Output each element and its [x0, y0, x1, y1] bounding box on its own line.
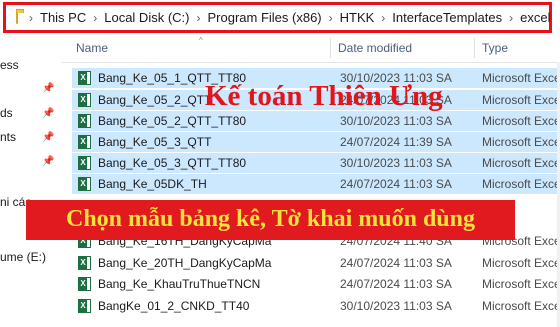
file-date: 30/10/2023 11:03 SA	[340, 156, 452, 170]
file-name: BangKe_01_2_CNKD_TT40	[98, 299, 250, 313]
crumb-htkk[interactable]: HTKK	[340, 10, 375, 25]
file-row[interactable]: Bang_Ke_20TH_DangKyCapMa 24/07/2024 11:0…	[72, 253, 560, 273]
watermark-caption: Kế toán Thiên Ưng	[205, 80, 443, 112]
file-date: 24/07/2024 11:39 SA	[340, 135, 452, 149]
excel-file-icon	[78, 299, 91, 313]
file-name: Bang_Ke_05_2_QTT	[98, 93, 212, 107]
column-header-date-modified[interactable]: Date modified	[338, 41, 412, 55]
file-date: 24/07/2024 11:03 SA	[340, 256, 452, 270]
file-date: 24/07/2024 11:03 SA	[340, 277, 452, 291]
file-name: Bang_Ke_05_3_QTT	[98, 135, 212, 149]
chevron-right-icon: ›	[509, 10, 514, 25]
file-type: Microsoft Exce	[482, 93, 560, 107]
nav-item-quick-access[interactable]: ess	[0, 58, 19, 72]
crumb-interface-templates[interactable]: InterfaceTemplates	[392, 10, 502, 25]
file-type: Microsoft Exce	[482, 135, 560, 149]
instruction-banner: Chọn mẫu bảng kê, Tờ khai muốn dùng	[26, 200, 515, 240]
column-divider[interactable]	[330, 38, 331, 58]
pin-icon: 📌	[42, 83, 55, 94]
chevron-right-icon: ›	[29, 10, 33, 25]
file-type: Microsoft Exce	[482, 156, 560, 170]
crumb-local-disk[interactable]: Local Disk (C:)	[104, 10, 189, 25]
breadcrumb: › This PC › Local Disk (C:) › Program Fi…	[22, 10, 551, 25]
file-name: Bang_Ke_05_3_QTT_TT80	[98, 156, 247, 170]
file-date: 30/10/2023 11:03 SA	[340, 299, 452, 313]
excel-file-icon	[78, 71, 91, 85]
address-bar[interactable]: › This PC › Local Disk (C:) › Program Fi…	[3, 2, 552, 33]
file-row[interactable]: Bang_Ke_KhauTruThueTNCN 24/07/2024 11:03…	[72, 274, 560, 294]
file-name: Bang_Ke_20TH_DangKyCapMa	[98, 256, 272, 270]
pin-icon: 📌	[42, 156, 55, 167]
file-row[interactable]: Bang_Ke_05_3_QTT 24/07/2024 11:39 SA Mic…	[72, 132, 560, 152]
excel-file-icon	[78, 156, 91, 170]
file-name: Bang_Ke_05DK_TH	[98, 177, 207, 191]
file-type: Microsoft Exce	[482, 114, 560, 128]
chevron-right-icon: ›	[381, 10, 386, 25]
column-header-type[interactable]: Type	[482, 41, 508, 55]
file-type: Microsoft Exce	[482, 277, 560, 291]
excel-file-icon	[78, 256, 91, 270]
chevron-right-icon: ›	[328, 10, 333, 25]
file-type: Microsoft Exce	[482, 256, 560, 270]
crumb-this-pc[interactable]: This PC	[40, 10, 86, 25]
file-row[interactable]: BangKe_01_2_CNKD_TT40 30/10/2023 11:03 S…	[72, 296, 560, 316]
file-type: Microsoft Exce	[482, 71, 560, 85]
pin-icon: 📌	[42, 132, 55, 143]
excel-file-icon	[78, 93, 91, 107]
nav-item-documents[interactable]: nts	[0, 130, 16, 144]
navigation-pane: ess ds 📌 📌 nts 📌 📌 ni các ume (E:)	[0, 40, 62, 327]
folder-icon	[16, 8, 24, 24]
file-date: 24/07/2024 11:03 SA	[340, 177, 452, 191]
nav-item-volume-e[interactable]: ume (E:)	[0, 250, 46, 264]
chevron-right-icon: ›	[93, 10, 98, 25]
excel-file-icon	[78, 114, 91, 128]
excel-file-icon	[78, 177, 91, 191]
crumb-program-files[interactable]: Program Files (x86)	[207, 10, 321, 25]
file-name: Bang_Ke_KhauTruThueTNCN	[98, 277, 261, 291]
file-type: Microsoft Exce	[482, 177, 560, 191]
instruction-banner-text: Chọn mẫu bảng kê, Tờ khai muốn dùng	[65, 206, 476, 232]
crumb-excel[interactable]: excel	[520, 10, 550, 25]
chevron-right-icon: ›	[196, 10, 201, 25]
column-header-name[interactable]: Name	[76, 41, 108, 55]
column-divider[interactable]	[474, 38, 475, 58]
excel-file-icon	[78, 135, 91, 149]
excel-file-icon	[78, 277, 91, 291]
nav-item-downloads[interactable]: ds	[0, 106, 13, 120]
sort-ascending-icon: ^	[199, 36, 203, 45]
column-headers: ^ Name Date modified Type	[62, 36, 560, 63]
pin-icon: 📌	[42, 108, 55, 119]
file-row[interactable]: Bang_Ke_05_3_QTT_TT80 30/10/2023 11:03 S…	[72, 153, 560, 173]
file-row[interactable]: Bang_Ke_05DK_TH 24/07/2024 11:03 SA Micr…	[72, 174, 560, 194]
file-type: Microsoft Exce	[482, 299, 560, 313]
